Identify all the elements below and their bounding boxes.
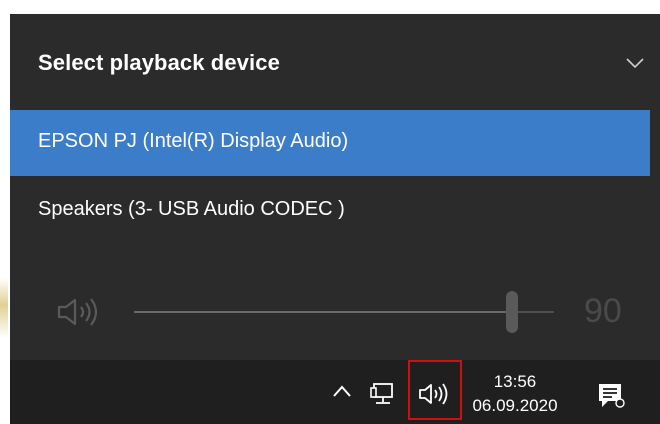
- volume-tray-button[interactable]: [408, 360, 462, 420]
- device-item-label: Speakers (3- USB Audio CODEC ): [38, 198, 345, 220]
- volume-slider-thumb[interactable]: [506, 291, 518, 333]
- device-item-epson[interactable]: EPSON PJ (Intel(R) Display Audio): [10, 110, 650, 176]
- playback-device-flyout: Select playback device EPSON PJ (Intel(R…: [10, 14, 660, 360]
- volume-slider-fill: [134, 311, 512, 313]
- taskbar: 13:56 06.09.2020: [10, 360, 660, 424]
- speaker-icon[interactable]: [56, 296, 104, 328]
- volume-row: 90: [10, 280, 660, 340]
- screenshot-stage: Select playback device EPSON PJ (Intel(R…: [0, 0, 660, 424]
- background-edge: [0, 278, 8, 338]
- clock[interactable]: 13:56 06.09.2020: [462, 370, 568, 418]
- clock-date: 06.09.2020: [472, 396, 558, 415]
- chevron-down-icon[interactable]: [626, 56, 644, 70]
- flyout-header[interactable]: Select playback device: [10, 14, 660, 104]
- network-wired-icon[interactable]: [370, 382, 398, 408]
- action-center-icon[interactable]: [596, 382, 626, 410]
- device-item-label: EPSON PJ (Intel(R) Display Audio): [38, 130, 349, 152]
- volume-slider[interactable]: [134, 291, 554, 333]
- volume-value: 90: [584, 292, 622, 330]
- device-item-speakers[interactable]: Speakers (3- USB Audio CODEC ): [10, 178, 650, 244]
- chevron-up-icon[interactable]: [332, 384, 352, 398]
- clock-time: 13:56: [493, 372, 537, 391]
- flyout-title: Select playback device: [38, 50, 280, 75]
- speaker-icon: [419, 383, 448, 405]
